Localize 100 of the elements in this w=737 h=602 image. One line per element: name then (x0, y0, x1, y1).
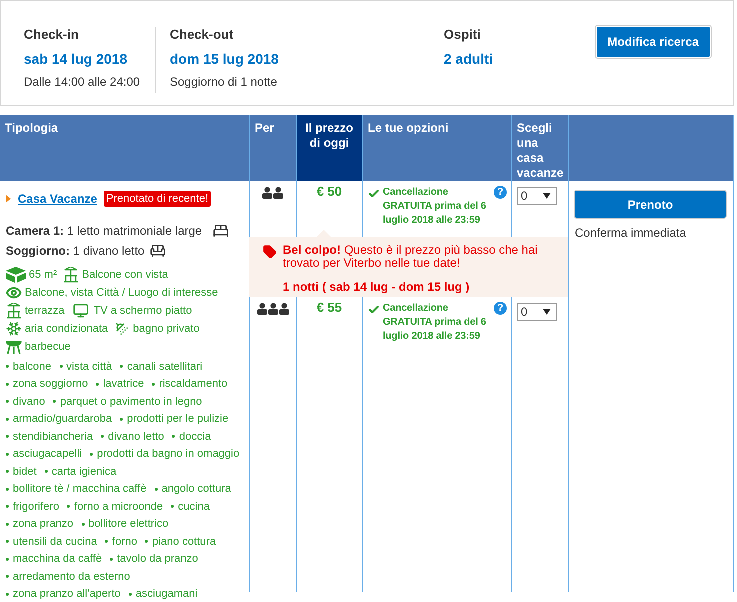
shower-icon (114, 321, 130, 337)
bullet-icon (6, 522, 9, 526)
help-icon[interactable]: ? (494, 302, 507, 315)
bullet-icon (60, 365, 63, 368)
amenity-label: asciugacapelli (13, 447, 82, 462)
bullet-icon (6, 575, 9, 578)
bullet-icon (145, 540, 148, 544)
unit-link[interactable]: Casa Vacanze (18, 190, 98, 208)
bed-info: Soggiorno: 1 divano letto (6, 243, 145, 260)
bullet-icon (154, 488, 158, 491)
amenity-label: canali satellitari (127, 360, 203, 374)
bullet-icon (110, 558, 114, 561)
bullet-icon (101, 435, 104, 438)
eye-icon (6, 285, 22, 301)
amenity-label: macchina da caffè (13, 552, 102, 567)
guests-count: 2 adulti (444, 50, 494, 69)
amenity-label: zona soggiorno (13, 377, 88, 392)
bullet-icon (120, 365, 124, 368)
facility-label: Balcone con vista (82, 268, 168, 283)
amenity-label: armadio/guardaroba (13, 412, 112, 427)
grill-icon (6, 339, 22, 355)
bullet-icon (6, 382, 9, 386)
bullet-icon (6, 488, 9, 491)
amenity-label: zona pranzo (13, 517, 74, 532)
amenity-label: forno a microonde (74, 500, 164, 514)
book-button[interactable]: Prenoto (575, 191, 726, 218)
stay-length: Soggiorno di 1 notte (170, 74, 278, 91)
bullet-icon (82, 522, 85, 526)
field-label: Check-out (170, 27, 235, 43)
instant-confirmation: Conferma immediata (575, 225, 688, 242)
tv-icon (70, 303, 91, 319)
cancellation-policy: Cancellazione GRATUITA prima del 6 luglio 2018 alle 23:59 (383, 186, 488, 228)
bullet-icon (171, 505, 174, 508)
amenity-label: divano (13, 394, 46, 410)
check-icon (368, 188, 380, 200)
amenity-label: bollitore elettrico (88, 517, 169, 532)
facility-label: TV a schermo piatto (94, 304, 192, 319)
amenity-label: lavatrice (103, 377, 144, 392)
column-header: Le tue opzioni (362, 115, 511, 181)
facility-label: 65 m² (29, 268, 58, 283)
amenity-label: balcone (13, 360, 52, 374)
facility-label: aria condizionata (25, 322, 108, 337)
caret-icon (543, 309, 551, 315)
recently-booked-badge: Prenotato di recente! (104, 190, 211, 208)
quantity-select[interactable]: 0 (517, 187, 557, 205)
amenity-label: arredamento da esterno (13, 570, 130, 584)
cancellation-policy: Cancellazione GRATUITA prima del 6 luglio 2018 alle 23:59 (383, 302, 488, 344)
amenity-label: prodotti da bagno in omaggio (97, 447, 240, 462)
check-icon (368, 304, 380, 316)
amenity-label: vista città (66, 360, 112, 374)
bullet-icon (6, 592, 9, 596)
amenity-label: parquet o pavimento in legno (60, 394, 202, 410)
amenity-label: cucina (178, 500, 210, 514)
bullet-icon (90, 452, 94, 456)
bullet-icon (53, 400, 56, 404)
bullet-icon (120, 418, 124, 421)
amenity-label: divano letto (108, 430, 164, 444)
facility-label: bagno privato (133, 322, 200, 337)
checkin-date: sab 14 lug 2018 (24, 50, 129, 69)
checkout-date: dom 15 lug 2018 (170, 50, 280, 69)
bullet-icon (6, 452, 9, 456)
facility-label: barbecue (25, 340, 71, 355)
amenity-label: piano cottura (152, 534, 216, 550)
amenity-label: stendibiancheria (13, 430, 94, 444)
field-label: Check-in (24, 27, 80, 43)
field-label: Ospiti (444, 27, 482, 43)
bullet-icon (67, 505, 70, 508)
price: € 50 (316, 184, 342, 200)
amenity-label: asciugamani (136, 587, 198, 602)
bullet-icon (6, 435, 9, 438)
amenity-label: prodotti per le pulizie (127, 412, 229, 427)
bullet-icon (172, 435, 176, 438)
deal-message: Bel colpo! Questo è il prezzo più basso che hai trovato per Viterbo nelle tue date! (283, 244, 539, 270)
triangle-icon (6, 195, 11, 203)
amenity-label: frigorifero (13, 500, 60, 514)
column-header: Per (249, 115, 296, 181)
bullet-icon (105, 540, 108, 544)
snowflake-icon (6, 321, 22, 337)
bullet-icon (6, 470, 9, 474)
amenity-label: tavolo da pranzo (117, 552, 198, 567)
amenity-label: utensili da cucina (13, 534, 98, 550)
amenity-label: forno (112, 534, 138, 550)
cube-icon (6, 267, 26, 283)
amenity-label: riscaldamento (159, 377, 228, 392)
checkin-time: Dalle 14:00 alle 24:00 (24, 74, 142, 91)
bullet-icon (6, 558, 9, 561)
quantity-select[interactable]: 0 (517, 303, 557, 321)
bullet-icon (44, 470, 48, 474)
amenity-label: bidet (13, 464, 37, 480)
help-icon[interactable]: ? (494, 186, 507, 199)
deal-dates: 1 notti ( sab 14 lug - dom 15 lug ) (283, 279, 471, 296)
modify-search-button[interactable]: Modifica ricerca (596, 26, 711, 58)
amenity-label: zona pranzo all'aperto (13, 587, 121, 602)
price: € 55 (316, 300, 342, 316)
bullet-icon (6, 418, 9, 421)
facility-label: Balcone, vista Città / Luogo di interesse (25, 286, 218, 301)
amenity-label: carta igienica (52, 464, 117, 480)
amenity-label: doccia (179, 430, 212, 444)
bullet-icon (128, 592, 132, 596)
facility-label: terrazza (25, 304, 65, 319)
